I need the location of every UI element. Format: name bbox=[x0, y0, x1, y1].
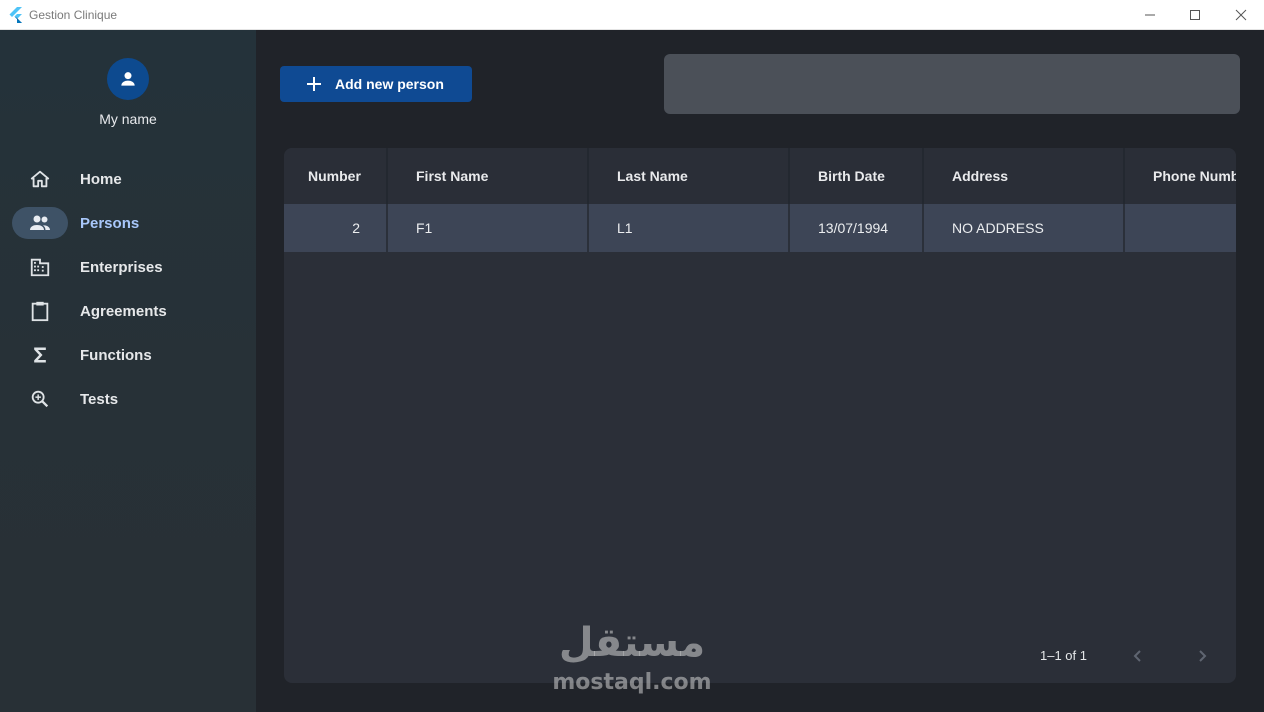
sidebar-item-label: Enterprises bbox=[80, 258, 163, 276]
sidebar-item-label: Functions bbox=[80, 346, 152, 364]
column-header-phone-number[interactable]: Phone Numb bbox=[1153, 148, 1236, 204]
sigma-icon bbox=[34, 347, 46, 363]
add-person-button[interactable]: Add new person bbox=[280, 66, 472, 102]
pagination-range: 1–1 of 1 bbox=[1040, 648, 1087, 663]
close-icon bbox=[1235, 9, 1247, 21]
column-divider bbox=[788, 148, 790, 204]
maximize-button[interactable] bbox=[1172, 0, 1218, 30]
minimize-button[interactable] bbox=[1127, 0, 1173, 30]
watermark-latin: mostaql.com bbox=[552, 670, 712, 695]
sidebar-item-label: Home bbox=[80, 170, 122, 188]
column-header-address[interactable]: Address bbox=[952, 148, 1112, 204]
previous-page-button[interactable] bbox=[1124, 642, 1152, 670]
sidebar-item-label: Agreements bbox=[80, 302, 167, 320]
next-page-button[interactable] bbox=[1188, 642, 1216, 670]
column-header-first-name[interactable]: First Name bbox=[416, 148, 576, 204]
sidebar-icon-container bbox=[12, 163, 68, 195]
maximize-icon bbox=[1190, 10, 1200, 20]
cell-address: NO ADDRESS bbox=[952, 220, 1044, 236]
sidebar-item-label: Persons bbox=[80, 214, 140, 232]
sidebar-item-label: Tests bbox=[80, 390, 119, 408]
sidebar-icon-container bbox=[12, 383, 68, 415]
column-divider bbox=[1123, 204, 1125, 252]
main-content: Add new person Number First Name Last Na… bbox=[256, 30, 1264, 712]
user-name: My name bbox=[99, 111, 157, 127]
chevron-right-icon bbox=[1199, 650, 1207, 662]
column-header-number[interactable]: Number bbox=[308, 148, 384, 204]
cell-phone-number bbox=[1153, 204, 1236, 252]
sidebar-icon-container bbox=[12, 251, 68, 283]
column-divider bbox=[587, 148, 589, 204]
column-header-birth-date[interactable]: Birth Date bbox=[818, 148, 918, 204]
sidebar-icon-container bbox=[12, 295, 68, 327]
table-header: Number First Name Last Name Birth Date A… bbox=[284, 148, 1236, 204]
close-button[interactable] bbox=[1218, 0, 1264, 30]
column-header-last-name[interactable]: Last Name bbox=[617, 148, 777, 204]
cell-number: 2 bbox=[352, 220, 360, 236]
zoom-in-icon bbox=[31, 390, 49, 408]
cell-first-name: F1 bbox=[416, 220, 433, 236]
watermark: مستقل mostaql.com bbox=[540, 620, 724, 700]
sidebar-item-enterprises[interactable]: Enterprises bbox=[12, 250, 252, 284]
column-divider bbox=[386, 148, 388, 204]
column-divider bbox=[922, 204, 924, 252]
cell-last-name: L1 bbox=[617, 220, 633, 236]
minimize-icon bbox=[1145, 14, 1155, 16]
sidebar: My name Home Persons Enterprises Agreeme… bbox=[0, 30, 256, 712]
sidebar-icon-container bbox=[12, 339, 68, 371]
column-divider bbox=[386, 204, 388, 252]
plus-icon bbox=[307, 77, 321, 91]
window-title: Gestion Clinique bbox=[29, 8, 118, 22]
sidebar-item-persons[interactable]: Persons bbox=[12, 206, 252, 240]
sidebar-item-home[interactable]: Home bbox=[12, 162, 252, 196]
sidebar-item-agreements[interactable]: Agreements bbox=[12, 294, 252, 328]
clipboard-icon bbox=[31, 301, 49, 322]
column-divider bbox=[587, 204, 589, 252]
persons-table: Number First Name Last Name Birth Date A… bbox=[284, 148, 1236, 683]
watermark-arabic: مستقل bbox=[558, 620, 706, 666]
people-icon bbox=[30, 215, 50, 230]
home-icon bbox=[30, 170, 50, 188]
column-divider bbox=[922, 148, 924, 204]
search-input[interactable] bbox=[664, 54, 1240, 114]
app-window: Gestion Clinique My name Home Persons En… bbox=[0, 0, 1264, 712]
flutter-logo-icon bbox=[9, 7, 22, 23]
chevron-left-icon bbox=[1133, 650, 1141, 662]
column-divider bbox=[788, 204, 790, 252]
title-bar: Gestion Clinique bbox=[0, 0, 1264, 30]
sidebar-icon-container bbox=[12, 207, 68, 239]
column-divider bbox=[1123, 148, 1125, 204]
person-icon bbox=[121, 72, 135, 86]
table-row[interactable]: 2 F1 L1 13/07/1994 NO ADDRESS bbox=[284, 204, 1236, 252]
add-person-label: Add new person bbox=[335, 76, 444, 92]
avatar[interactable] bbox=[107, 58, 149, 100]
building-icon bbox=[30, 258, 50, 277]
sidebar-item-tests[interactable]: Tests bbox=[12, 382, 252, 416]
sidebar-item-functions[interactable]: Functions bbox=[12, 338, 252, 372]
cell-birth-date: 13/07/1994 bbox=[818, 220, 889, 236]
